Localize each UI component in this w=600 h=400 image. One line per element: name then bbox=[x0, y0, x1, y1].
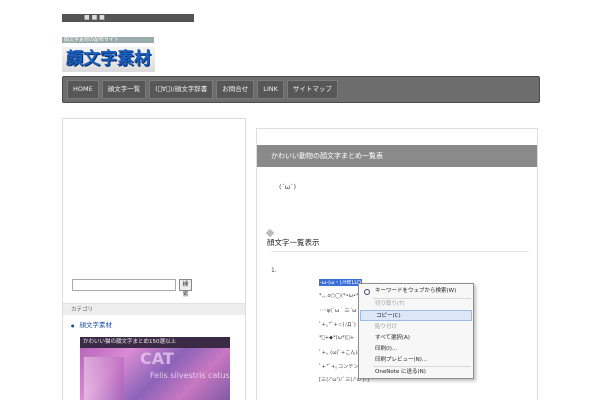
thumbnail-caption: かわいい猫の顔文字まとめ150選以上 bbox=[80, 337, 230, 348]
search-button[interactable]: 検索 bbox=[179, 279, 192, 298]
sidebar-heading: カテゴリ bbox=[63, 303, 245, 315]
menu-send-onenote[interactable]: OneNote に送る(N) bbox=[360, 367, 472, 378]
main-nav: HOME 顔文字一覧 (ﾟ∀ﾟ)/顔文字辞書 お問合せ LINK サイトマップ bbox=[62, 76, 540, 103]
menu-copy[interactable]: コピー(C) bbox=[360, 310, 472, 321]
context-menu: キーワードをウェブから検索(W) 切り取り(T) コピー(C) 貼り付け すべて… bbox=[358, 283, 474, 379]
nav-dictionary[interactable]: (ﾟ∀ﾟ)/顔文字辞書 bbox=[149, 80, 214, 99]
search-row: 検索 bbox=[72, 279, 192, 298]
sidebar: 検索 カテゴリ 顔文字素材 かわいい猫の顔文字まとめ150選以上 CAT Fel… bbox=[62, 118, 246, 400]
kaomoji-line[interactable]: *ﾟ+◆*(ω*)ﾟ+ bbox=[319, 335, 354, 341]
top-bar: ■ ■ ■ bbox=[62, 14, 194, 22]
nav-home[interactable]: HOME bbox=[67, 80, 99, 99]
section-heading: 顔文字一覧表示 bbox=[267, 238, 320, 247]
kaomoji-line-selected[interactable]: -ω-(ω・)ﾉHELLO bbox=[319, 279, 363, 286]
menu-search-web-label: キーワードをウェブから検索(W) bbox=[375, 288, 457, 294]
section-divider bbox=[271, 251, 529, 252]
kaomoji-line[interactable]: ･･･φ(´ω｀三´ω｀) bbox=[319, 307, 364, 314]
menu-print-preview[interactable]: 印刷プレビュー(N)... bbox=[360, 355, 472, 366]
menu-select-all[interactable]: すべて選択(A) bbox=[360, 333, 472, 344]
site-tagline: 顔文字素材の配布サイト bbox=[62, 37, 154, 43]
nav-list[interactable]: 顔文字一覧 bbox=[101, 80, 147, 99]
section-diamond-icon bbox=[265, 228, 275, 238]
thumbnail-decoration bbox=[84, 357, 124, 400]
post-title: かわいい動物の顔文字まとめ一覧表 bbox=[257, 145, 537, 167]
nav-link[interactable]: LINK bbox=[257, 80, 284, 99]
thumbnail-big-text: CAT bbox=[140, 349, 174, 368]
kaomoji-line[interactable]: *.｡.o○◯(*•ω•*) bbox=[319, 292, 361, 299]
site-logo[interactable]: 顔文字素材 bbox=[62, 47, 155, 72]
post-face: (´ω`) bbox=[279, 183, 297, 191]
sidebar-category-link[interactable]: 顔文字素材 bbox=[71, 319, 113, 329]
list-number: 1. bbox=[271, 267, 277, 274]
nav-contact[interactable]: お問合せ bbox=[216, 80, 255, 99]
menu-cut[interactable]: 切り取り(T) bbox=[360, 299, 472, 310]
post-thumbnail[interactable]: かわいい猫の顔文字まとめ150選以上 CAT Felis silvestris … bbox=[80, 337, 230, 400]
menu-search-web[interactable]: キーワードをウェブから検索(W) bbox=[360, 286, 472, 297]
page: ■ ■ ■ 顔文字素材の配布サイト 顔文字素材 HOME 顔文字一覧 (ﾟ∀ﾟ)… bbox=[0, 0, 600, 400]
menu-paste[interactable]: 貼り付け bbox=[360, 322, 472, 333]
top-bar-text: ■ ■ ■ bbox=[84, 14, 105, 21]
thumbnail-subtext: Felis silvestris catus bbox=[150, 371, 230, 380]
search-input[interactable] bbox=[72, 279, 176, 291]
menu-print[interactable]: 印刷(I)... bbox=[360, 344, 472, 355]
nav-sitemap[interactable]: サイトマップ bbox=[286, 80, 338, 99]
kaomoji-line[interactable]: ﾟ+｡*ﾟ+☆(ﾉД`) bbox=[319, 321, 356, 328]
search-icon bbox=[364, 289, 370, 295]
